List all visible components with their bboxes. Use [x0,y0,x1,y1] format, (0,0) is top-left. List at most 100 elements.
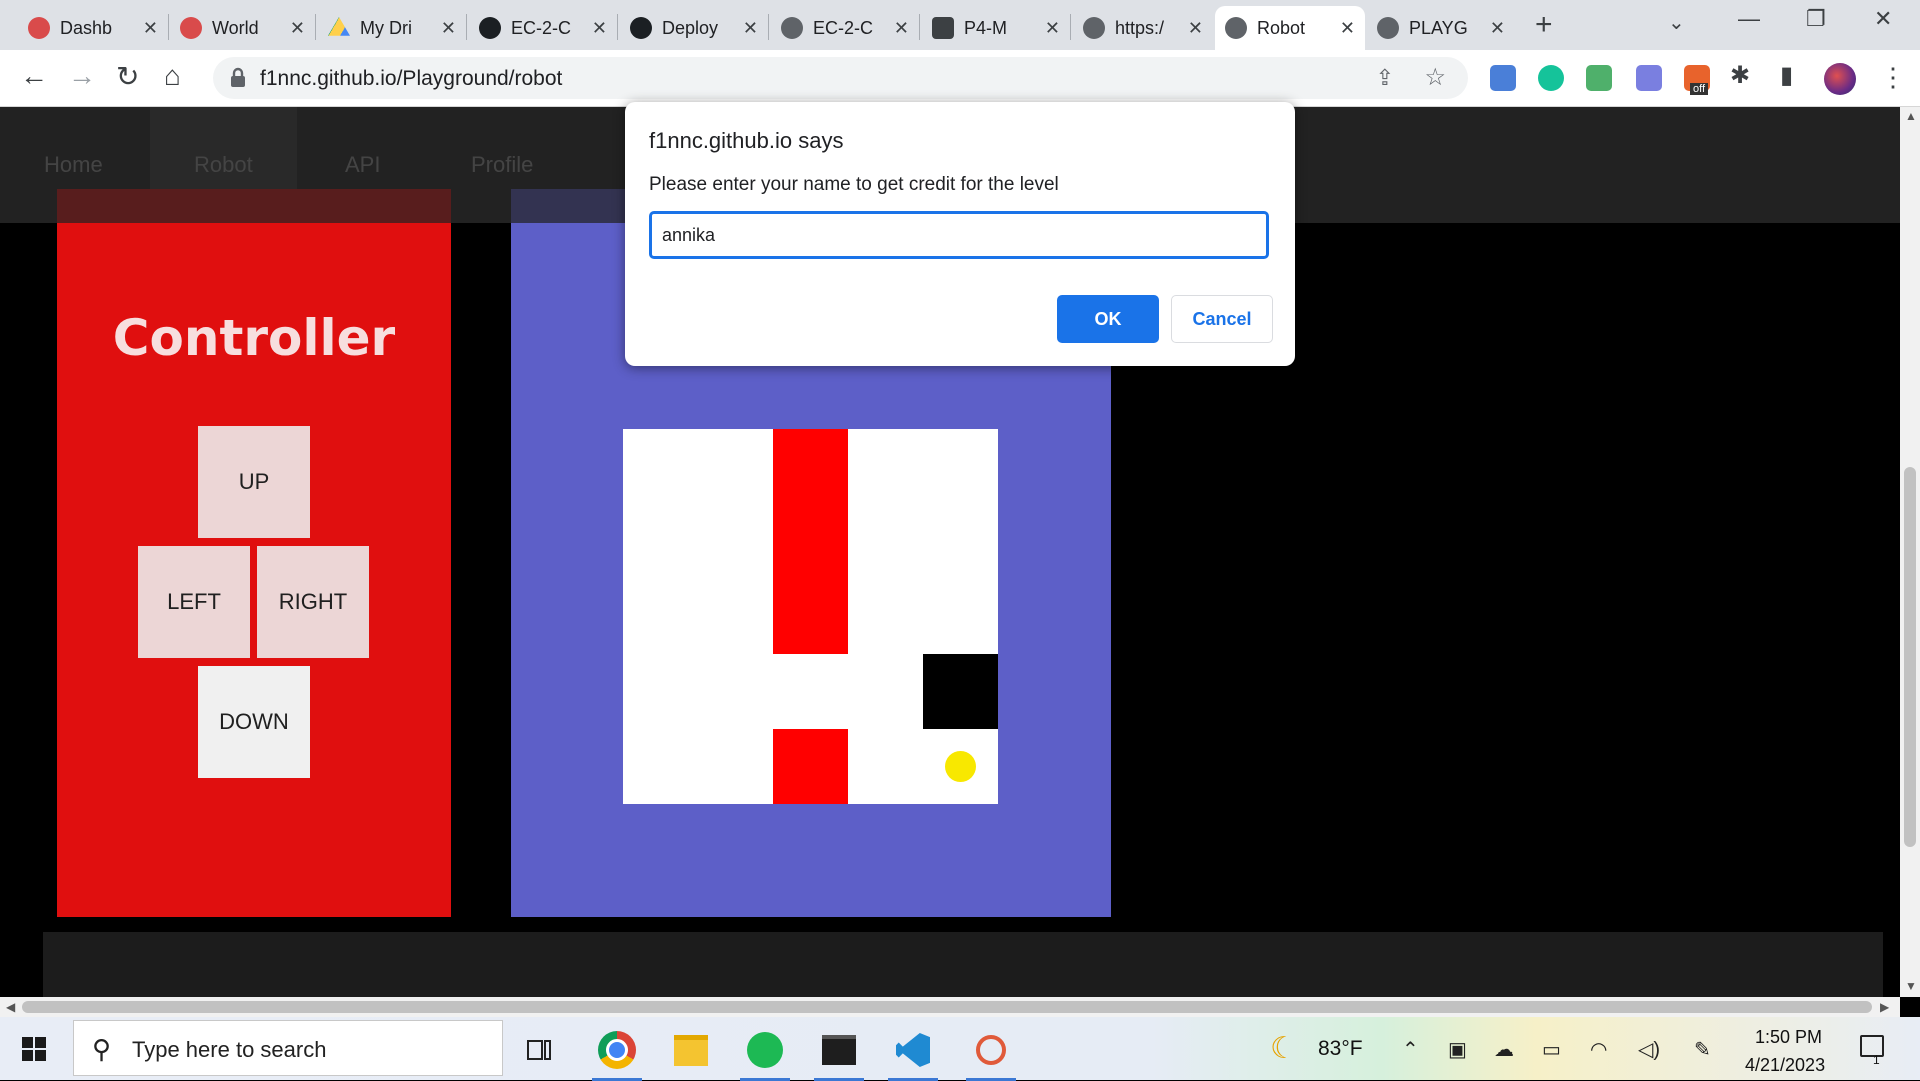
pen-workspace-icon[interactable]: ✎ [1694,1037,1711,1062]
scroll-up-icon[interactable]: ▲ [1905,109,1917,123]
tab-title: PLAYG [1409,17,1468,38]
scroll-right-icon[interactable]: ▶ [1880,1000,1889,1014]
wifi-icon[interactable]: ◠ [1590,1037,1607,1062]
tab-deploy[interactable]: Deploy ✕ [620,6,768,50]
clock-time[interactable]: 1:50 PM [1755,1027,1822,1048]
file-explorer-icon[interactable] [662,1025,720,1075]
moon-icon[interactable]: ☾ [1270,1031,1297,1066]
address-bar[interactable]: f1nnc.github.io/Playground/robot ⇪ ☆ [213,57,1468,99]
terminal-icon[interactable] [810,1025,868,1081]
close-icon[interactable]: ✕ [592,18,607,39]
controller-title: Controller [112,309,396,367]
horizontal-scrollbar[interactable]: ◀ ▶ [0,997,1900,1017]
scroll-left-icon[interactable]: ◀ [6,1000,15,1014]
lock-icon[interactable] [229,67,247,89]
home-icon[interactable]: ⌂ [164,60,181,92]
vertical-scrollbar[interactable]: ▲ ▼ [1900,107,1920,997]
github-icon [479,17,501,39]
tab-title: Robot [1257,17,1306,38]
clock-date[interactable]: 4/21/2023 [1745,1055,1825,1076]
browser-toolbar: ← → ↻ ⌂ f1nnc.github.io/Playground/robot… [0,50,1920,107]
share-icon[interactable]: ⇪ [1376,65,1394,91]
extension-icon[interactable] [1490,65,1516,91]
battery-icon[interactable]: ▭ [1542,1037,1561,1062]
notification-icon[interactable] [1860,1035,1884,1057]
notification-count: 1 [1873,1053,1880,1067]
tab-title: EC-2-C [813,17,874,38]
snipping-tool-icon[interactable] [962,1025,1020,1081]
forward-icon[interactable]: → [68,60,96,92]
tab-title: World [212,17,259,38]
url-text[interactable]: f1nnc.github.io/Playground/robot [260,67,562,91]
new-tab-icon[interactable]: + [1535,8,1553,42]
right-button[interactable]: RIGHT [257,546,369,658]
bookmark-star-icon[interactable]: ☆ [1424,63,1446,92]
dialog-title: f1nnc.github.io says [649,128,844,153]
tab-https[interactable]: https:/ ✕ [1073,6,1213,50]
vscode-icon[interactable] [884,1025,942,1081]
grammarly-icon[interactable] [1538,65,1564,91]
tab-world[interactable]: World ✕ [170,6,315,50]
restore-icon[interactable]: ❐ [1806,6,1826,32]
scroll-down-icon[interactable]: ▼ [1905,979,1917,993]
chrome-icon[interactable] [588,1025,646,1081]
scroll-thumb[interactable] [1904,467,1916,847]
wall-cell [773,504,848,579]
taskbar-search[interactable]: ⚲ Type here to search [73,1020,503,1076]
minimize-icon[interactable]: — [1738,6,1760,32]
weather-temp[interactable]: 83°F [1318,1037,1363,1061]
tab-ec2-github[interactable]: EC-2-C ✕ [469,6,617,50]
name-input[interactable] [649,211,1269,259]
reload-icon[interactable]: ↻ [116,60,139,93]
onedrive-icon[interactable]: ☁ [1494,1037,1514,1062]
tab-p4m[interactable]: P4-M ✕ [922,6,1070,50]
more-menu-icon[interactable]: ⋮ [1880,62,1906,93]
volume-icon[interactable]: ◁) [1638,1037,1660,1062]
tab-separator [768,14,769,40]
spotify-icon[interactable] [736,1025,794,1081]
tab-robot[interactable]: Robot ✕ [1215,6,1365,50]
chevron-down-icon[interactable]: ⌄ [1668,10,1685,35]
side-panel-icon[interactable]: ▮ [1780,61,1793,90]
wall-cell [773,579,848,654]
tab-strip: Dashb ✕ World ✕ My Dri ✕ EC-2-C ✕ Deploy… [0,0,1920,50]
close-icon[interactable]: ✕ [290,18,305,39]
close-icon[interactable]: ✕ [1188,18,1203,39]
down-button[interactable]: DOWN [198,666,310,778]
close-icon[interactable]: ✕ [894,18,909,39]
puzzle-icon[interactable]: ✱ [1730,61,1750,90]
tab-separator [315,14,316,40]
chevron-up-icon[interactable]: ⌃ [1402,1037,1419,1062]
close-icon[interactable]: ✕ [143,18,158,39]
search-icon: ⚲ [92,1034,112,1064]
close-icon[interactable]: ✕ [1045,18,1060,39]
close-icon[interactable]: ✕ [441,18,456,39]
tab-title: https:/ [1115,17,1165,38]
close-icon[interactable]: ✕ [1490,18,1505,39]
tab-playground[interactable]: PLAYG ✕ [1367,6,1515,50]
scroll-thumb[interactable] [22,1001,1872,1013]
robot-grid [623,429,998,804]
tab-title: P4-M [964,17,1008,38]
tool-icon [932,17,954,39]
tab-ec2-globe[interactable]: EC-2-C ✕ [771,6,919,50]
tab-dashboard[interactable]: Dashb ✕ [18,6,168,50]
windows-start-icon[interactable] [22,1037,46,1061]
tab-title: My Dri [360,17,412,38]
close-icon[interactable]: ✕ [743,18,758,39]
extension-icon[interactable] [1586,65,1612,91]
cancel-button[interactable]: Cancel [1171,295,1273,343]
back-icon[interactable]: ← [20,60,48,92]
avatar[interactable] [1824,63,1856,95]
left-button[interactable]: LEFT [138,546,250,658]
up-button[interactable]: UP [198,426,310,538]
taskbar: ⚲ Type here to search ☾ 83°F ⌃ ▣ ☁ ▭ ◠ ◁… [0,1017,1920,1081]
window-close-icon[interactable]: ✕ [1874,6,1892,32]
task-view-icon[interactable] [510,1025,568,1075]
tab-my-drive[interactable]: My Dri ✕ [318,6,466,50]
ok-button[interactable]: OK [1057,295,1159,343]
close-icon[interactable]: ✕ [1340,18,1355,39]
meet-now-icon[interactable]: ▣ [1448,1037,1467,1062]
gear-logo-icon [28,17,50,39]
pen-icon[interactable] [1636,65,1662,91]
